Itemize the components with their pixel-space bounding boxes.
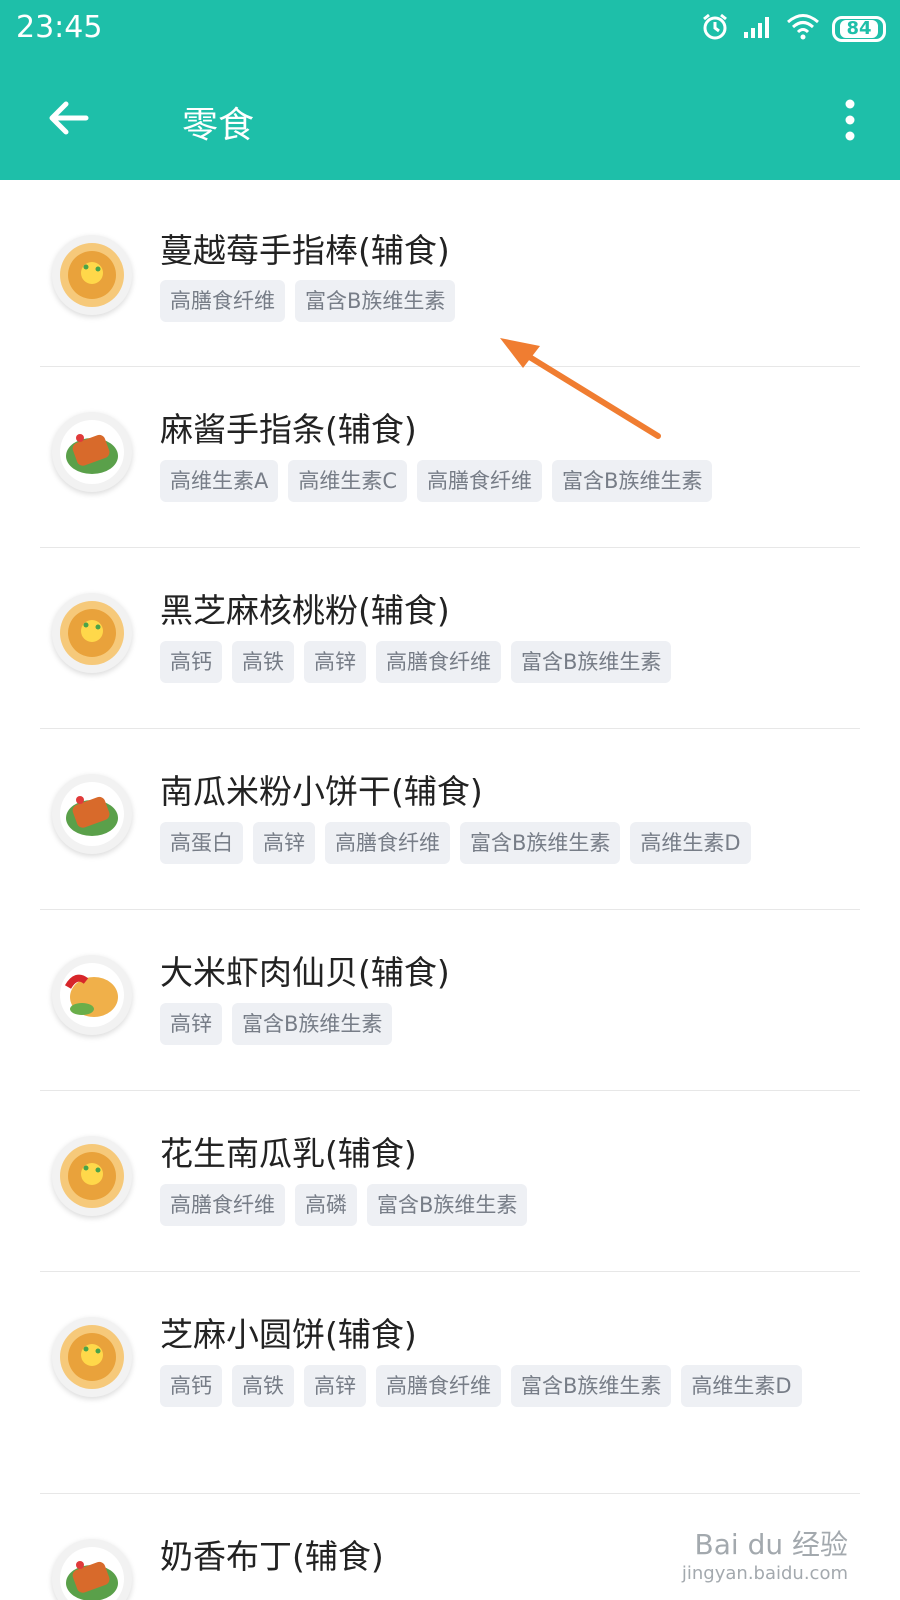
- tag: 高膳食纤维: [160, 1184, 285, 1226]
- item-name: 黑芝麻核桃粉(辅食): [160, 591, 450, 630]
- item-name: 蔓越莓手指棒(辅食): [160, 231, 450, 270]
- item-name: 大米虾肉仙贝(辅食): [160, 953, 450, 992]
- watermark-url: jingyan.baidu.com: [681, 1563, 848, 1584]
- item-name: 奶香布丁(辅食): [160, 1537, 384, 1576]
- back-button[interactable]: [44, 94, 92, 142]
- tag: 高膳食纤维: [417, 460, 543, 502]
- tag-list: 高钙 高铁 高锌 高膳食纤维 富含B族维生素: [160, 641, 820, 683]
- battery-level: 84: [840, 20, 878, 38]
- egg-salad-dish-icon: [52, 955, 132, 1035]
- tag: 高锌: [304, 1365, 366, 1407]
- tag: 高钙: [160, 1365, 222, 1407]
- list-item[interactable]: 花生南瓜乳(辅食) 高膳食纤维 高磷 富含B族维生素: [40, 1091, 860, 1272]
- battery-indicator: 84: [832, 16, 886, 42]
- noodle-dish-icon: [52, 593, 132, 673]
- list-item[interactable]: 南瓜米粉小饼干(辅食) 高蛋白 高锌 高膳食纤维 富含B族维生素 高维生素D: [40, 729, 860, 910]
- signal-icon: [742, 14, 774, 44]
- tag: 高锌: [304, 641, 366, 683]
- tag: 富含B族维生素: [511, 641, 672, 683]
- tag: 高磷: [295, 1184, 357, 1226]
- tag: 富含B族维生素: [460, 822, 621, 864]
- status-time: 23:45: [16, 10, 103, 45]
- tag: 高膳食纤维: [160, 280, 285, 322]
- page-title: 零食: [182, 105, 255, 146]
- app-bar: 23:45 84 零食: [0, 0, 900, 180]
- noodle-dish-icon: [52, 1317, 132, 1397]
- tag-list: 高维生素A 高维生素C 高膳食纤维 富含B族维生素: [160, 460, 820, 502]
- alarm-icon: [700, 12, 730, 46]
- noodle-dish-icon: [52, 235, 132, 315]
- tag: 高维生素A: [160, 460, 279, 502]
- noodle-dish-icon: [52, 1136, 132, 1216]
- tag: 富含B族维生素: [511, 1365, 672, 1407]
- more-vertical-icon: [840, 99, 860, 148]
- tag: 高膳食纤维: [376, 1365, 501, 1407]
- tag: 高锌: [160, 1003, 222, 1045]
- list-item[interactable]: 麻酱手指条(辅食) 高维生素A 高维生素C 高膳食纤维 富含B族维生素: [40, 367, 860, 548]
- tag-list: 高膳食纤维 富含B族维生素: [160, 280, 820, 322]
- watermark-brand: Bai du 经验: [694, 1528, 848, 1561]
- tag: 高铁: [232, 641, 294, 683]
- snack-list: 蔓越莓手指棒(辅食) 高膳食纤维 富含B族维生素 麻酱手指条(辅食) 高维生素A…: [0, 180, 900, 1600]
- tag: 高膳食纤维: [325, 822, 450, 864]
- watermark: Bai du 经验 jingyan.baidu.com: [682, 1523, 848, 1584]
- meat-salad-dish-icon: [52, 774, 132, 854]
- tag: 富含B族维生素: [552, 460, 713, 502]
- tag: 富含B族维生素: [295, 280, 456, 322]
- item-name: 花生南瓜乳(辅食): [160, 1134, 417, 1173]
- tag: 高膳食纤维: [376, 641, 501, 683]
- tag-list: 高膳食纤维 高磷 富含B族维生素: [160, 1184, 820, 1226]
- more-options-button[interactable]: [840, 96, 860, 144]
- tag-list: 高钙 高铁 高锌 高膳食纤维 富含B族维生素 高维生素D: [160, 1365, 820, 1407]
- status-icons: 84: [700, 12, 886, 46]
- tag: 高蛋白: [160, 822, 243, 864]
- list-item[interactable]: 蔓越莓手指棒(辅食) 高膳食纤维 富含B族维生素: [40, 180, 860, 367]
- tag: 高维生素D: [681, 1365, 802, 1407]
- tag: 高钙: [160, 641, 222, 683]
- tag: 高铁: [232, 1365, 294, 1407]
- tag: 富含B族维生素: [232, 1003, 393, 1045]
- meat-salad-dish-icon: [52, 1539, 132, 1600]
- item-name: 麻酱手指条(辅食): [160, 410, 417, 449]
- tag: 高锌: [253, 822, 315, 864]
- tag: 高维生素D: [630, 822, 751, 864]
- tag: 富含B族维生素: [367, 1184, 528, 1226]
- list-item[interactable]: 芝麻小圆饼(辅食) 高钙 高铁 高锌 高膳食纤维 富含B族维生素 高维生素D: [40, 1272, 860, 1494]
- tag-list: 高锌 富含B族维生素: [160, 1003, 820, 1045]
- tag-list: 高蛋白 高锌 高膳食纤维 富含B族维生素 高维生素D: [160, 822, 820, 864]
- wifi-icon: [786, 13, 820, 45]
- item-name: 芝麻小圆饼(辅食): [160, 1315, 417, 1354]
- tag: 高维生素C: [288, 460, 408, 502]
- list-item[interactable]: 黑芝麻核桃粉(辅食) 高钙 高铁 高锌 高膳食纤维 富含B族维生素: [40, 548, 860, 729]
- list-item[interactable]: 大米虾肉仙贝(辅食) 高锌 富含B族维生素: [40, 910, 860, 1091]
- item-name: 南瓜米粉小饼干(辅食): [160, 772, 483, 811]
- arrow-left-icon: [44, 101, 92, 146]
- meat-salad-dish-icon: [52, 412, 132, 492]
